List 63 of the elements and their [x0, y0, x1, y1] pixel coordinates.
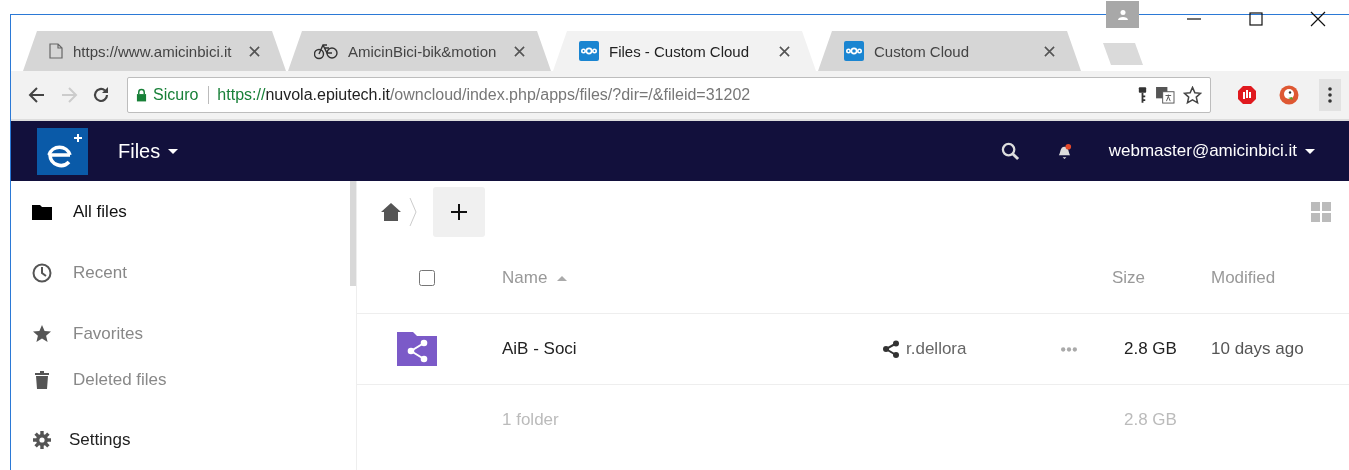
minimize-icon	[1187, 18, 1201, 20]
plus-icon	[450, 203, 468, 221]
total-size: 2.8 GB	[1123, 410, 1178, 430]
modified-date: 10 days ago	[1211, 339, 1305, 359]
sort-arrow-icon	[557, 275, 568, 281]
back-arrow-icon	[27, 85, 47, 105]
sidebar-item[interactable]: All files	[11, 192, 346, 232]
cloud-logo-icon	[579, 41, 599, 61]
close-icon[interactable]	[249, 45, 260, 57]
security-label: Sicuro	[153, 86, 199, 104]
url-text: https://nuvola.epiutech.it/owncloud/index.php/apps/files/?dir=/&fileid=31202	[217, 86, 752, 104]
clock-icon	[32, 263, 52, 283]
reload-icon	[91, 85, 111, 105]
browser-tab[interactable]: AmicinBici-bik&motion	[288, 31, 551, 71]
close-icon[interactable]	[779, 45, 790, 57]
shared-folder-icon	[397, 332, 437, 366]
folder-icon	[32, 204, 52, 220]
shared-with-link[interactable]: r.dellora	[882, 339, 967, 359]
browser-tab[interactable]: https://www.amicinbici.it	[23, 31, 286, 71]
scrollbar[interactable]	[350, 181, 356, 286]
caret-icon	[168, 148, 179, 154]
address-bar[interactable]: Sicuro https://nuvola.epiutech.it/owncloud/index.php/apps/files/?dir=/&fileid=31202	[127, 77, 1211, 113]
cloud-logo-icon	[844, 41, 864, 61]
browser-tab[interactable]: Files - Custom Cloud	[553, 31, 816, 71]
browser-tab[interactable]: Custom Cloud	[818, 31, 1081, 71]
app-menu[interactable]: Files	[114, 135, 183, 167]
share-icon	[882, 340, 900, 358]
menu-icon	[1328, 87, 1332, 103]
file-size: 2.8 GB	[1123, 339, 1178, 359]
close-icon	[1310, 11, 1326, 27]
bicycle-icon	[314, 42, 338, 60]
lock-icon	[136, 88, 147, 102]
settings-icon	[32, 430, 52, 450]
key-icon[interactable]	[1137, 86, 1148, 104]
forward-arrow-icon	[59, 85, 79, 105]
duck-icon	[1279, 85, 1299, 105]
house-icon	[381, 203, 401, 221]
star-icon	[32, 324, 52, 344]
select-all-checkbox[interactable]	[419, 270, 435, 286]
menu-button[interactable]	[1319, 79, 1341, 111]
close-icon[interactable]	[514, 45, 525, 57]
stop-sign-icon	[1237, 85, 1257, 105]
caret-icon	[1305, 148, 1315, 154]
translate-icon[interactable]	[1156, 86, 1175, 104]
user-menu[interactable]: webmaster@amicinbici.it	[1104, 137, 1319, 165]
sidebar-item[interactable]: Deleted files	[11, 360, 346, 400]
folder-count: 1 folder	[502, 410, 560, 430]
more-icon	[1060, 346, 1078, 352]
file-name: AiB - Soci	[502, 339, 578, 359]
sidebar-item[interactable]: Recent	[11, 253, 346, 293]
new-button[interactable]	[433, 187, 485, 237]
star-outline-icon[interactable]	[1183, 85, 1202, 105]
chevron-right-icon	[409, 197, 417, 227]
person-icon	[1116, 8, 1129, 21]
settings-button[interactable]: Settings	[11, 420, 346, 460]
page-icon	[49, 43, 63, 59]
maximize-icon	[1249, 12, 1263, 26]
file-row[interactable]: AiB - Soci r.dellora 2.8 GB 10 days ago	[357, 314, 1349, 385]
sidebar-item[interactable]: Favorites	[11, 314, 346, 354]
trash-icon	[34, 370, 50, 390]
close-icon[interactable]	[1044, 45, 1055, 57]
home-button[interactable]	[381, 203, 401, 221]
search-icon	[1000, 141, 1020, 161]
